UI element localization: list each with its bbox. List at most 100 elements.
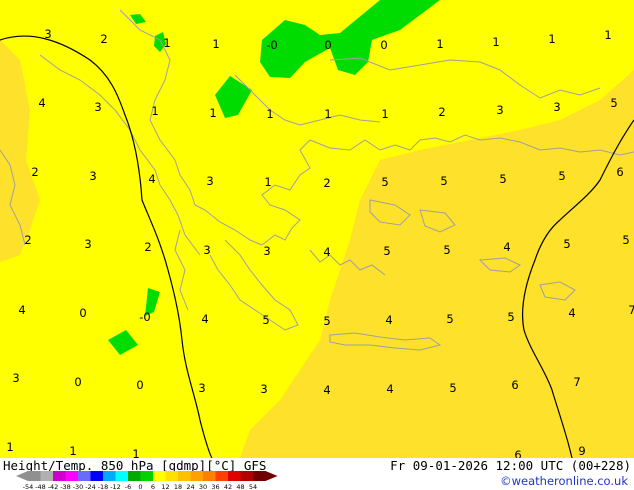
temperature-value-label: 4 (385, 313, 392, 327)
temperature-value-label: 5 (446, 312, 453, 326)
temperature-value-label: 1 (324, 107, 331, 121)
temperature-value-label: 1 (6, 440, 13, 454)
temperature-value-label: 4 (568, 306, 575, 320)
temperature-value-label: 5 (558, 169, 565, 183)
temperature-value-label: 2 (438, 105, 445, 119)
temperature-value-label: 5 (449, 381, 456, 395)
temperature-map: 3 2 1 1 -0 0 0 1 1 1 1 4 3 1 1 1 1 1 2 3 3 5 2 3 4 3 1 2 5 5 5 5 6 2 3 2 3 3 4… (0, 0, 634, 458)
legend-swatch (203, 471, 216, 481)
legend-tick-label: 54 (249, 483, 257, 490)
temperature-value-label: 5 (381, 175, 388, 189)
valid-time: Fr 09-01-2026 12:00 UTC (00+228) (390, 458, 631, 473)
temperature-value-label: 5 (499, 172, 506, 186)
legend-tick-label: -12 (110, 483, 121, 490)
legend-tick-label: -42 (48, 483, 59, 490)
legend-swatch (228, 471, 241, 481)
legend-swatch (253, 471, 266, 481)
temperature-value-label: 1 (212, 37, 219, 51)
temperature-value-label: 1 (548, 32, 555, 46)
temperature-value-label: 7 (573, 375, 580, 389)
legend-tick-label: -30 (73, 483, 84, 490)
legend-tick-label: 12 (161, 483, 169, 490)
legend-swatch (53, 471, 66, 481)
temperature-value-label: 1 (264, 175, 271, 189)
temperature-value-label: 3 (89, 169, 96, 183)
temperature-value-label: 1 (436, 37, 443, 51)
legend-swatch (78, 471, 91, 481)
weather-map-view: 3 2 1 1 -0 0 0 1 1 1 1 4 3 1 1 1 1 1 2 3 3 5 2 3 4 3 1 2 5 5 5 5 6 2 3 2 3 3 4… (0, 0, 634, 490)
temperature-value-label: 0 (380, 38, 387, 52)
temperature-value-label: 5 (443, 243, 450, 257)
temperature-value-label: 5 (507, 310, 514, 324)
legend-swatch (128, 471, 141, 481)
temperature-value-label: 3 (203, 243, 210, 257)
temperature-value-label: 2 (100, 32, 107, 46)
temperature-value-label: 9 (578, 444, 585, 458)
temperature-value-label: 4 (148, 172, 155, 186)
legend-tick-label: -6 (125, 483, 131, 490)
temperature-value-label: 2 (144, 240, 151, 254)
temperature-value-label: 1 (132, 447, 139, 458)
legend-tick-label: -38 (60, 483, 71, 490)
temperature-value-label: 2 (31, 165, 38, 179)
temperature-value-label: 6 (616, 165, 623, 179)
temperature-value-label: 4 (323, 383, 330, 397)
legend-tick-label: 24 (186, 483, 194, 490)
color-legend: -54 -48 -42 -38 -30 -24 -18 -12 -6 0 6 12 18 24 30 36 42… (16, 471, 278, 490)
legend-swatch (90, 471, 103, 481)
temperature-value-label: 1 (163, 36, 170, 50)
legend-swatch (153, 471, 166, 481)
temperature-value-label: 5 (323, 314, 330, 328)
temperature-value-label: 4 (386, 382, 393, 396)
legend-tick-label: 18 (174, 483, 182, 490)
legend-tick-label: 36 (211, 483, 219, 490)
temperature-value-label: 3 (84, 237, 91, 251)
temperature-value-label: 1 (209, 106, 216, 120)
temperature-value-label: 2 (24, 233, 31, 247)
temperature-value-label: 5 (440, 174, 447, 188)
temperature-value-label: 5 (622, 233, 629, 247)
temperature-value-label: 0 (79, 306, 86, 320)
temperature-value-label: 1 (381, 107, 388, 121)
temperature-value-label: 3 (553, 100, 560, 114)
temperature-value-label: 1 (492, 35, 499, 49)
legend-swatch (240, 471, 253, 481)
legend-swatch (178, 471, 191, 481)
legend-swatch (140, 471, 153, 481)
temperature-value-label: 4 (18, 303, 25, 317)
temperature-value-label: 3 (206, 174, 213, 188)
legend-swatch (115, 471, 128, 481)
legend-arrow-high (265, 471, 278, 481)
temperature-value-label: 2 (323, 176, 330, 190)
temperature-value-label: 3 (94, 100, 101, 114)
temperature-value-label: 5 (563, 237, 570, 251)
temperature-value-label: 3 (198, 381, 205, 395)
temperature-value-label: 3 (260, 382, 267, 396)
legend-tick-label: 42 (224, 483, 232, 490)
legend-tick-label: -24 (85, 483, 96, 490)
legend-tick-label: -54 (23, 483, 34, 490)
legend-tick-label: -18 (98, 483, 109, 490)
legend-tick-label: 30 (199, 483, 207, 490)
temperature-value-label: -0 (139, 310, 150, 324)
legend-swatch (103, 471, 116, 481)
temperature-value-label: 5 (610, 96, 617, 110)
legend-tick-label: -48 (35, 483, 46, 490)
temperature-value-label: 3 (496, 103, 503, 117)
legend-swatch (190, 471, 203, 481)
temperature-value-label: 0 (74, 375, 81, 389)
temperature-value-label: 7 (628, 303, 634, 317)
temperature-value-label: 5 (262, 313, 269, 327)
temperature-value-label: 3 (44, 27, 51, 41)
temperature-value-label: 4 (201, 312, 208, 326)
credit-link[interactable]: ©weatheronline.co.uk (500, 474, 628, 488)
temperature-value-label: 0 (324, 38, 331, 52)
temperature-value-label: 6 (514, 448, 521, 458)
temperature-value-label: 3 (263, 244, 270, 258)
temperature-value-label: 4 (38, 96, 45, 110)
temperature-value-label: 5 (383, 244, 390, 258)
temperature-value-label: 4 (503, 240, 510, 254)
temperature-value-label: 1 (266, 107, 273, 121)
legend-swatch (40, 471, 53, 481)
temperature-value-label: -0 (266, 38, 277, 52)
